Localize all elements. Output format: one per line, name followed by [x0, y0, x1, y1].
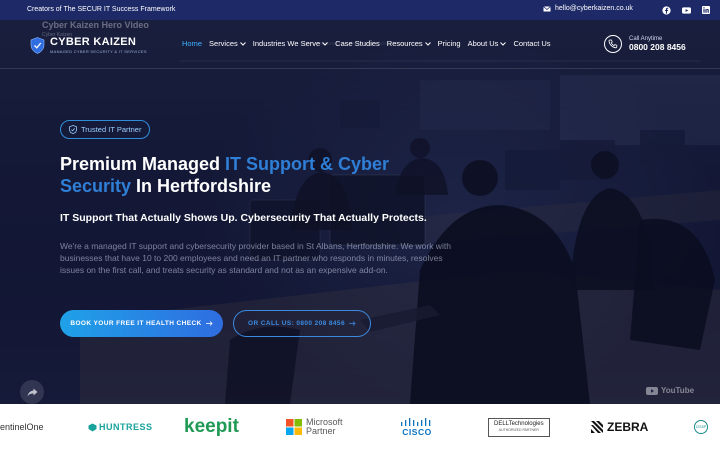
chevron-down-icon	[322, 41, 329, 46]
nav-label: Industries We Serve	[252, 39, 321, 48]
logo-text: AUTHORIZED PARTNER	[498, 428, 539, 432]
microsoft-partner-logo: Microsoft Partner	[286, 404, 343, 450]
microsoft-grid-icon	[286, 419, 302, 435]
headline-part: In Hertfordshire	[131, 176, 272, 196]
video-share-button[interactable]	[20, 380, 44, 404]
brand-name: CYBER KAIZEN	[50, 36, 137, 48]
nav-item-about-us[interactable]: About Us	[468, 39, 507, 48]
share-icon	[27, 388, 37, 396]
chevron-down-icon	[239, 41, 246, 46]
partner-logos-strip: entinelOne HUNTRESS keepit Microsoft Par…	[0, 404, 720, 450]
nav-label: Resources	[386, 39, 423, 48]
nav-item-resources[interactable]: Resources	[387, 39, 431, 48]
hero-headline: Premium Managed IT Support & Cyber Secur…	[60, 153, 460, 197]
phone-icon	[604, 35, 622, 53]
zebra-logo: ZEBRA	[590, 404, 648, 450]
badge-label: Trusted IT Partner	[81, 125, 142, 134]
nav-item-services[interactable]: Services	[209, 39, 246, 48]
button-label: OR CALL US: 0800 208 8456	[248, 320, 345, 327]
logo-text: keepit	[184, 416, 239, 437]
nav-label: Case Studies	[335, 39, 380, 48]
book-health-check-button[interactable]: BOOK YOUR FREE IT HEALTH CHECK	[60, 310, 223, 337]
nav-label: Home	[182, 39, 203, 48]
nav-item-pricing[interactable]: Pricing	[438, 39, 461, 48]
nav-label: Contact Us	[513, 39, 551, 48]
logo-text: entinelOne	[0, 422, 44, 432]
arrow-right-icon	[348, 321, 356, 326]
logo-text: HUNTRESS	[99, 422, 153, 432]
call-anytime-link[interactable]: Call Anytime 0800 208 8456	[604, 35, 686, 53]
headline-part: Premium Managed	[60, 154, 226, 174]
header-divider	[0, 68, 720, 69]
shield-check-icon	[69, 125, 77, 134]
brand-logo[interactable]: CYBER KAIZEN MANAGED CYBER SECURITY & IT…	[30, 36, 147, 54]
youtube-watermark[interactable]: YouTube	[646, 386, 694, 395]
email-text: hello@cyberkaizen.co.uk	[555, 5, 633, 12]
dell-technologies-logo: DELLTechnologies AUTHORIZED PARTNER	[488, 404, 550, 450]
nav-item-industries[interactable]: Industries We Serve	[252, 39, 329, 48]
envelope-icon	[543, 5, 551, 11]
nav-item-home[interactable]: Home	[182, 39, 202, 48]
brand-tagline: MANAGED CYBER SECURITY & IT SERVICES	[50, 49, 147, 54]
shield-logo-icon	[30, 36, 45, 54]
nav-label: About Us	[467, 39, 499, 48]
topbar-tagline: Creators of The SECUR IT Success Framewo…	[27, 6, 176, 13]
chevron-down-icon	[500, 41, 507, 46]
email-link[interactable]: hello@cyberkaizen.co.uk	[543, 5, 633, 12]
cisco-logo: CISCO	[400, 404, 434, 450]
youtube-icon[interactable]	[680, 4, 692, 16]
sentinelone-logo: entinelOne	[0, 404, 44, 450]
hero-paragraph: We're a managed IT support and cybersecu…	[60, 241, 451, 275]
button-label: BOOK YOUR FREE IT HEALTH CHECK	[70, 320, 202, 327]
keepit-logo: keepit	[184, 404, 239, 450]
logo-text: CISSP	[694, 420, 708, 434]
trusted-partner-badge: Trusted IT Partner	[60, 120, 151, 139]
youtube-icon	[646, 386, 658, 395]
chevron-down-icon	[424, 41, 431, 46]
huntress-logo: HUNTRESS	[88, 404, 153, 450]
linkedin-icon[interactable]	[700, 4, 712, 16]
hero-subheadline: IT Support That Actually Shows Up. Cyber…	[60, 212, 427, 224]
youtube-label: YouTube	[661, 386, 695, 395]
nav-label: Services	[209, 39, 238, 48]
main-nav: Home Services Industries We Serve Case S…	[182, 39, 558, 48]
cisco-bars-icon	[401, 417, 431, 426]
facebook-icon[interactable]	[660, 4, 672, 16]
call-us-button[interactable]: OR CALL US: 0800 208 8456	[233, 310, 371, 337]
huntress-mark-icon	[88, 423, 97, 431]
hero-section: Cyber Kaizen Hero Video Cyber Kaizen CYB…	[0, 20, 720, 404]
zebra-head-icon	[591, 421, 603, 433]
nav-label: Pricing	[437, 39, 461, 48]
logo-text: ZEBRA	[607, 420, 649, 434]
logo-text: CISCO	[402, 426, 432, 437]
cissp-logo: CISSP	[694, 404, 708, 450]
header-phone-number: 0800 208 8456	[629, 42, 686, 52]
top-bar: Creators of The SECUR IT Success Framewo…	[0, 0, 720, 20]
video-title: Cyber Kaizen Hero Video	[42, 20, 149, 30]
logo-text: Partner	[306, 426, 336, 436]
arrow-right-icon	[205, 321, 213, 326]
nav-item-contact-us[interactable]: Contact Us	[513, 39, 550, 48]
nav-item-case-studies[interactable]: Case Studies	[335, 39, 380, 48]
